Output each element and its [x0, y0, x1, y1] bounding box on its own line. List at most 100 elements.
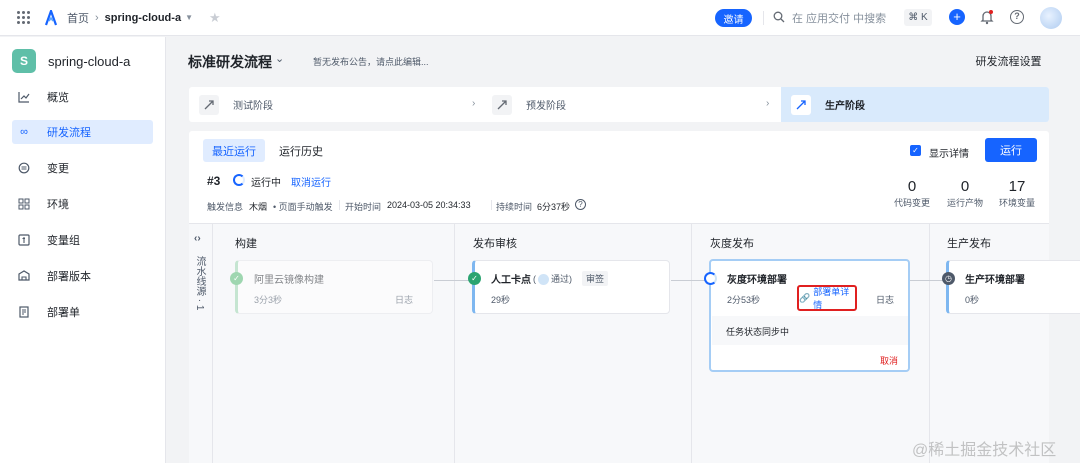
- duration-label: 持续时间: [496, 202, 533, 212]
- question-icon[interactable]: ?: [575, 199, 586, 210]
- change-icon: [18, 162, 30, 174]
- show-details-label[interactable]: 显示详情: [929, 145, 969, 160]
- infinity-icon: ∞: [20, 126, 28, 138]
- sidebar-item-deploy-version[interactable]: 部署版本: [12, 264, 153, 288]
- deploy-order-detail-link[interactable]: 🔗 部署单详情: [797, 285, 857, 311]
- sidebar-item-variable-group[interactable]: 变量组: [12, 228, 153, 252]
- rocket-icon: [791, 94, 811, 115]
- running-icon: [704, 272, 717, 285]
- stat-code-changes[interactable]: 0 代码变更: [892, 178, 932, 209]
- column-divider: [929, 224, 930, 463]
- chevron-right-icon: ›: [95, 11, 99, 24]
- cancel-job-button[interactable]: 取消: [880, 354, 898, 367]
- start-label: 开始时间: [345, 202, 382, 212]
- job-prod-deploy[interactable]: 生产环境部署 0秒: [946, 260, 1080, 314]
- running-icon: [233, 174, 245, 186]
- job-duration: 0秒: [965, 295, 980, 305]
- search-icon[interactable]: [773, 11, 785, 23]
- trigger-user-name: 木烟: [249, 202, 268, 212]
- duration-value: 6分37秒: [537, 202, 571, 212]
- process-settings-button[interactable]: 研发流程设置: [964, 49, 1053, 72]
- sidebar-item-dev-process[interactable]: ∞ 研发流程: [12, 120, 153, 144]
- job-duration: 2分53秒: [727, 295, 761, 305]
- stat-value: 17: [1008, 178, 1026, 195]
- stage-label: 测试阶段: [233, 101, 273, 112]
- main-header: 标准研发流程 ⌄ 暂无发布公告，请点此编辑... 研发流程设置: [167, 37, 1080, 83]
- app-grid-icon[interactable]: [17, 10, 31, 25]
- stage-label: 预发阶段: [526, 101, 566, 112]
- create-button[interactable]: +: [949, 9, 965, 25]
- approval-status: (通过): [533, 272, 572, 286]
- deploy-detail-label: 部署单详情: [813, 287, 850, 310]
- pipeline-source-rail: ‹› 流水线源 · 1: [189, 224, 213, 463]
- show-details-checkbox[interactable]: ✓: [910, 145, 921, 156]
- project-badge: S: [12, 49, 36, 73]
- stage-prod[interactable]: 生产阶段: [781, 87, 1049, 122]
- pipeline-canvas: ‹› 流水线源 · 1 构建 发布审核 灰度发布 生产发布: [189, 223, 1049, 463]
- job-name: 生产环境部署: [965, 275, 1025, 286]
- invite-button[interactable]: 邀请: [715, 9, 752, 27]
- tab-run-history[interactable]: 运行历史: [270, 139, 332, 162]
- page-title[interactable]: 标准研发流程: [188, 52, 272, 72]
- tab-recent-run[interactable]: 最近运行: [203, 139, 265, 162]
- cancel-run-link[interactable]: 取消运行: [291, 174, 331, 189]
- sidebar-item-changes[interactable]: 变更: [12, 156, 153, 180]
- project-switcher[interactable]: S spring-cloud-a: [0, 37, 165, 85]
- stat-value: 0: [907, 178, 917, 195]
- review-tag: 审签: [582, 271, 609, 286]
- stage-pre[interactable]: 预发阶段: [482, 87, 772, 122]
- connector: [434, 280, 472, 281]
- link-icon: 🔗: [799, 292, 811, 303]
- job-manual-review[interactable]: 人工卡点 (通过) 审签 29秒: [472, 260, 670, 314]
- column-divider: [691, 224, 692, 463]
- sidebar-item-label: 部署单: [47, 307, 80, 319]
- project-name: spring-cloud-a: [48, 53, 131, 69]
- announcement-text[interactable]: 暂无发布公告，请点此编辑...: [313, 55, 429, 68]
- sidebar-item-label: 部署版本: [47, 271, 91, 283]
- job-name: 阿里云镜像构建: [254, 275, 324, 286]
- column-title: 构建: [235, 238, 257, 250]
- start-time: 2024-03-05 20:34:33: [387, 200, 471, 210]
- chevron-right-icon: ›: [766, 98, 770, 109]
- help-icon[interactable]: ?: [1010, 10, 1024, 24]
- stat-value: 0: [960, 178, 970, 195]
- duration: 6分37秒: [537, 200, 570, 213]
- caret-down-icon[interactable]: ▼: [185, 13, 193, 22]
- code-toggle-icon[interactable]: ‹›: [194, 233, 201, 244]
- stat-label: 代码变更: [893, 198, 930, 208]
- job-log-link[interactable]: 日志: [395, 293, 413, 306]
- stage-label: 生产阶段: [825, 101, 865, 112]
- sidebar-item-label: 变量组: [47, 235, 80, 247]
- sidebar-item-label: 变更: [47, 163, 69, 175]
- success-check-icon: ✓: [230, 272, 243, 285]
- stat-env-vars[interactable]: 17 环境变量: [997, 178, 1037, 209]
- sidebar-item-overview[interactable]: 概览: [12, 85, 153, 109]
- stat-artifacts[interactable]: 0 运行产物: [945, 178, 985, 209]
- rocket-icon: [199, 94, 219, 115]
- run-panel: 最近运行 运行历史 ✓ 显示详情 运行 #3 运行中 取消运行 触发信息 木烟 …: [189, 131, 1049, 223]
- column-title: 发布审核: [473, 238, 517, 250]
- stage-test[interactable]: 测试阶段: [189, 87, 479, 122]
- job-log-link[interactable]: 日志: [876, 293, 894, 306]
- chevron-right-icon: ›: [472, 98, 476, 109]
- approver-avatar: [538, 274, 549, 286]
- logo-icon[interactable]: [43, 9, 59, 26]
- bell-icon[interactable]: [980, 9, 994, 25]
- star-icon[interactable]: ★: [209, 10, 221, 26]
- divider: [339, 200, 340, 210]
- sidebar-item-environment[interactable]: 环境: [12, 192, 153, 216]
- job-build[interactable]: 阿里云镜像构建 3分3秒 日志: [235, 260, 433, 314]
- chevron-down-icon[interactable]: ⌄: [275, 52, 284, 65]
- start-time-value: 2024-03-05 20:34:33: [387, 200, 471, 210]
- run-button[interactable]: 运行: [985, 138, 1037, 162]
- breadcrumb-home[interactable]: 首页: [67, 10, 89, 26]
- breadcrumb-project[interactable]: spring-cloud-a: [105, 12, 181, 24]
- search-input[interactable]: 在 应用交付 中搜索: [792, 10, 886, 26]
- job-name: 灰度环境部署: [727, 275, 787, 286]
- clock-icon: ◷: [942, 272, 955, 285]
- sidebar-item-deploy-order[interactable]: 部署单: [12, 300, 153, 324]
- user-avatar[interactable]: [1040, 7, 1062, 29]
- job-name: 人工卡点: [491, 275, 531, 286]
- shortcut-badge: ⌘ K: [904, 9, 932, 26]
- stat-label: 运行产物: [946, 198, 983, 208]
